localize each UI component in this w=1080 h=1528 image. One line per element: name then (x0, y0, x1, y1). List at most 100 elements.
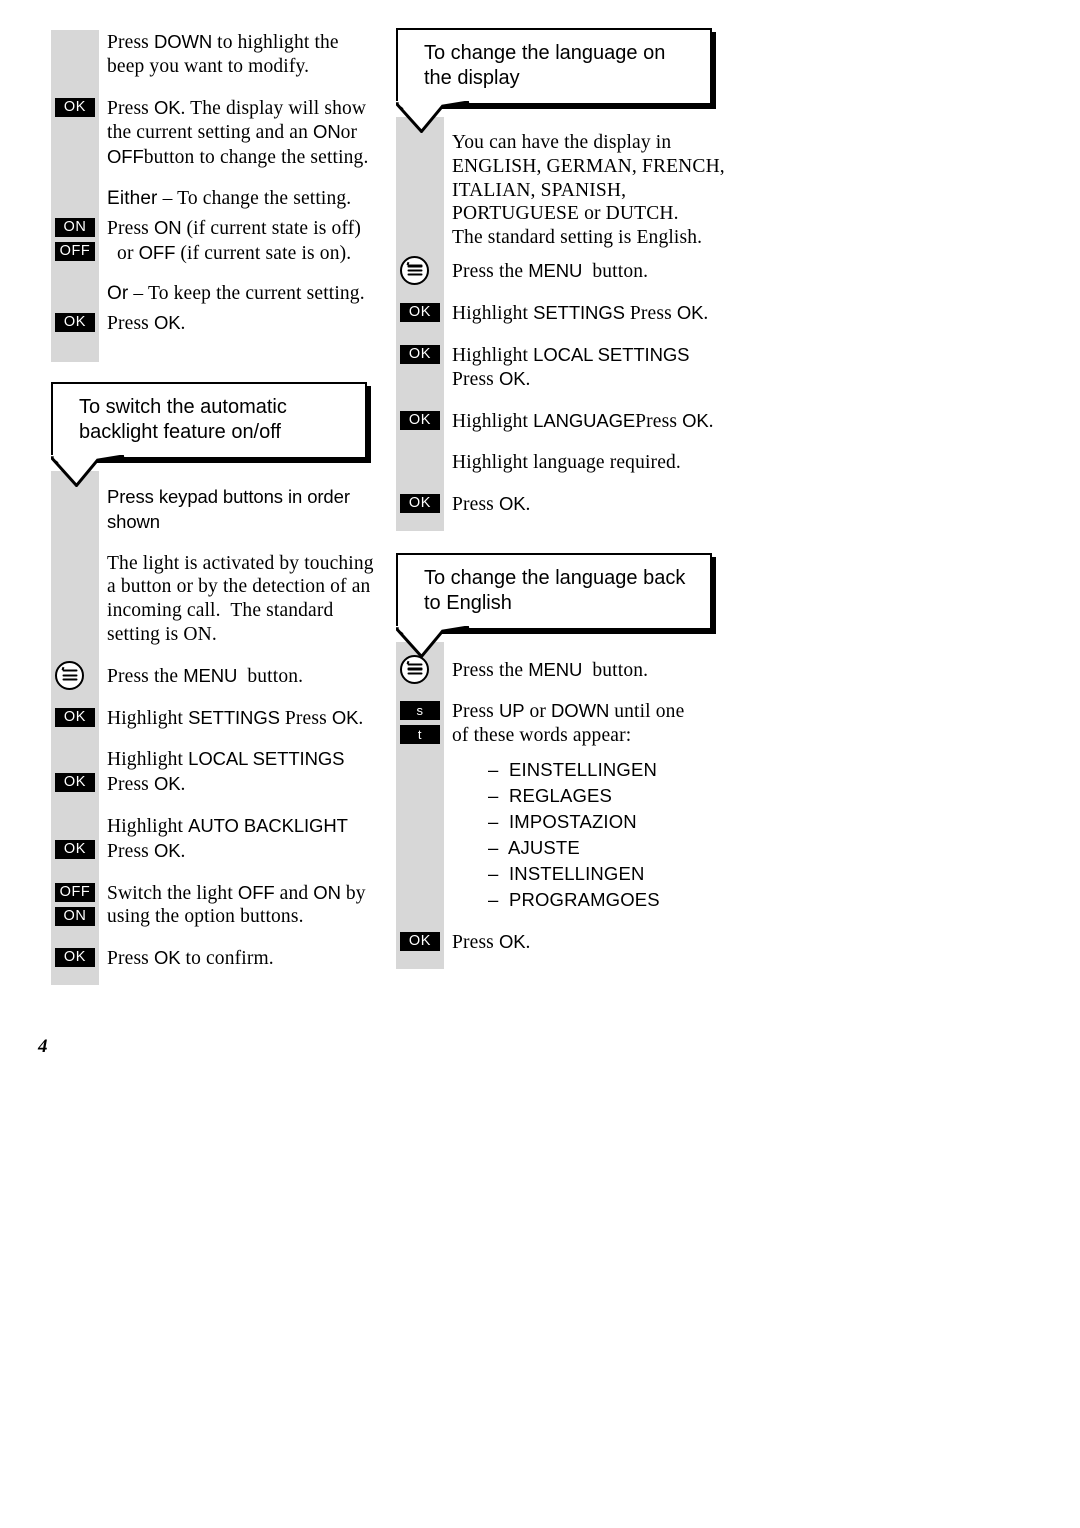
instruction-text: Press DOWN to highlight the beep you want… (107, 31, 339, 77)
badge-gutter (51, 485, 99, 535)
instruction-row: OK Highlight LOCAL SETTINGS Press OK. (51, 747, 391, 797)
callout-line-1: To switch the automatic (79, 395, 287, 418)
menu-button-icon[interactable] (400, 255, 429, 285)
row-spacer (396, 392, 736, 409)
ok-button-badge[interactable]: OK (400, 493, 440, 513)
menu-button-icon[interactable] (400, 654, 429, 684)
menu-button-icon[interactable] (55, 660, 84, 690)
row-spacer (51, 730, 391, 747)
instruction-row: OK Press OK. (396, 930, 736, 955)
badge-gutter (51, 552, 99, 647)
rail-bottom-pad (51, 336, 391, 362)
callout-tail-icon (395, 625, 470, 658)
row-spacer (51, 797, 391, 814)
english-callout: To change the language back to English (395, 552, 712, 658)
badge-gutter: OK (51, 946, 99, 971)
instruction-text: Press UP or DOWN until one of these words… (452, 700, 685, 747)
instruction-text: Highlight LOCAL SETTINGS Press OK. (107, 748, 345, 796)
instruction-text: Either – To change the setting. (107, 187, 352, 209)
instruction-text: Press OK. (452, 930, 531, 953)
on-button-badge[interactable]: ON (55, 217, 95, 237)
ok-button-badge[interactable]: OK (55, 948, 95, 968)
instruction-row: Either – To change the setting. (51, 187, 391, 211)
instruction-row: OK Highlight SETTINGS Press OK. (51, 706, 391, 731)
instruction-row: OFF ON Switch the light OFF and ON by usi… (51, 881, 391, 930)
list-item: – REGLAGES (488, 784, 613, 806)
language-steps-section: You can have the display in ENGLISH, GERM… (396, 117, 736, 531)
instruction-row: OK Press OK. The display will show the cu… (51, 96, 391, 170)
instruction-row: Or – To keep the current setting. (51, 282, 391, 306)
row-spacer (51, 170, 391, 187)
badge-gutter (396, 255, 444, 285)
page-number: 4 (38, 1036, 48, 1057)
badge-gutter (396, 131, 444, 250)
ok-button-badge[interactable]: OK (55, 839, 95, 859)
instruction-row: OK Highlight SETTINGS Press OK. (396, 301, 736, 326)
backlight-callout: To switch the automatic backlight featur… (50, 381, 367, 487)
badge-gutter (51, 30, 99, 79)
ok-button-badge[interactable]: OK (55, 313, 95, 333)
rail-bottom-pad (396, 517, 736, 531)
english-steps-section: Press the MENU button. s t Press UP or D… (396, 641, 736, 969)
instruction-row: Press DOWN to highlight the beep you want… (51, 30, 391, 79)
badge-gutter: ON OFF (51, 216, 99, 266)
callout-line-2: backlight feature on/off (79, 420, 281, 443)
badge-gutter (51, 660, 99, 690)
instruction-row: s t Press UP or DOWN until one of these w… (396, 699, 736, 748)
badge-gutter: s t (396, 699, 444, 748)
instruction-text: Press ON (if current state is off) or OF… (107, 216, 362, 264)
ok-button-badge[interactable]: OK (400, 931, 440, 951)
instruction-text: Press the MENU button. (452, 259, 649, 282)
badge-gutter: OK (51, 706, 99, 731)
instruction-text: Highlight LANGUAGEPress OK. (452, 410, 714, 433)
row-spacer (51, 647, 391, 664)
down-arrow-button-badge[interactable]: t (400, 725, 440, 745)
callout-tail-icon (395, 101, 470, 133)
badge-gutter: OK (396, 409, 444, 434)
instruction-row: Press keypad buttons in order shown (51, 485, 391, 535)
badge-gutter: OK (51, 311, 99, 336)
instruction-text: Press the MENU button. (107, 664, 304, 687)
row-spacer (396, 326, 736, 343)
ok-button-badge[interactable]: OK (55, 707, 95, 727)
up-arrow-button-badge[interactable]: s (400, 701, 440, 721)
badge-gutter (396, 757, 444, 913)
row-spacer (396, 434, 736, 451)
callout-tail-icon (50, 454, 125, 487)
row-spacer (51, 929, 391, 946)
instruction-row: OK Press OK. (51, 311, 391, 336)
instruction-text: Press OK. The display will show the curre… (107, 96, 369, 169)
row-spacer (51, 535, 391, 552)
badge-gutter (51, 187, 99, 211)
callout-box: To change the language back to English (395, 552, 712, 658)
row-spacer (396, 250, 736, 259)
badge-gutter (51, 282, 99, 306)
off-button-badge[interactable]: OFF (55, 882, 95, 902)
instruction-row: ON OFF Press ON (if current state is off… (51, 216, 391, 266)
row-spacer (396, 913, 736, 930)
instruction-row: Press the MENU button. (51, 660, 391, 690)
callout-box: To switch the automatic backlight featur… (50, 381, 367, 487)
on-button-badge[interactable]: ON (55, 906, 95, 926)
ok-button-badge[interactable]: OK (55, 773, 95, 793)
language-word-list: – EINSTELLINGEN – REGLAGES – IMPOSTAZION… (396, 757, 736, 913)
ok-button-badge[interactable]: OK (400, 344, 440, 364)
row-spacer (396, 682, 736, 699)
badge-gutter: OK (396, 492, 444, 517)
instruction-text: Switch the light OFF and ON by using the … (107, 881, 366, 928)
instruction-text: You can have the display in ENGLISH, GERM… (452, 132, 725, 249)
ok-button-badge[interactable]: OK (400, 411, 440, 431)
ok-button-badge[interactable]: OK (55, 97, 95, 117)
instruction-row: Press the MENU button. (396, 654, 736, 684)
word-list: – EINSTELLINGEN – REGLAGES – IMPOSTAZION… (452, 757, 736, 913)
row-spacer (396, 475, 736, 492)
ok-button-badge[interactable]: OK (400, 302, 440, 322)
list-item: – AJUSTE (488, 836, 580, 858)
left-column: Press DOWN to highlight the beep you want… (50, 0, 391, 985)
instruction-row: Highlight language required. (396, 451, 736, 475)
list-item: – IMPOSTAZION (488, 810, 637, 832)
language-callout: To change the language on the display (395, 28, 712, 133)
badge-gutter: OK (51, 814, 99, 864)
off-button-badge[interactable]: OFF (55, 241, 95, 261)
instruction-text: Press OK. (107, 312, 186, 335)
